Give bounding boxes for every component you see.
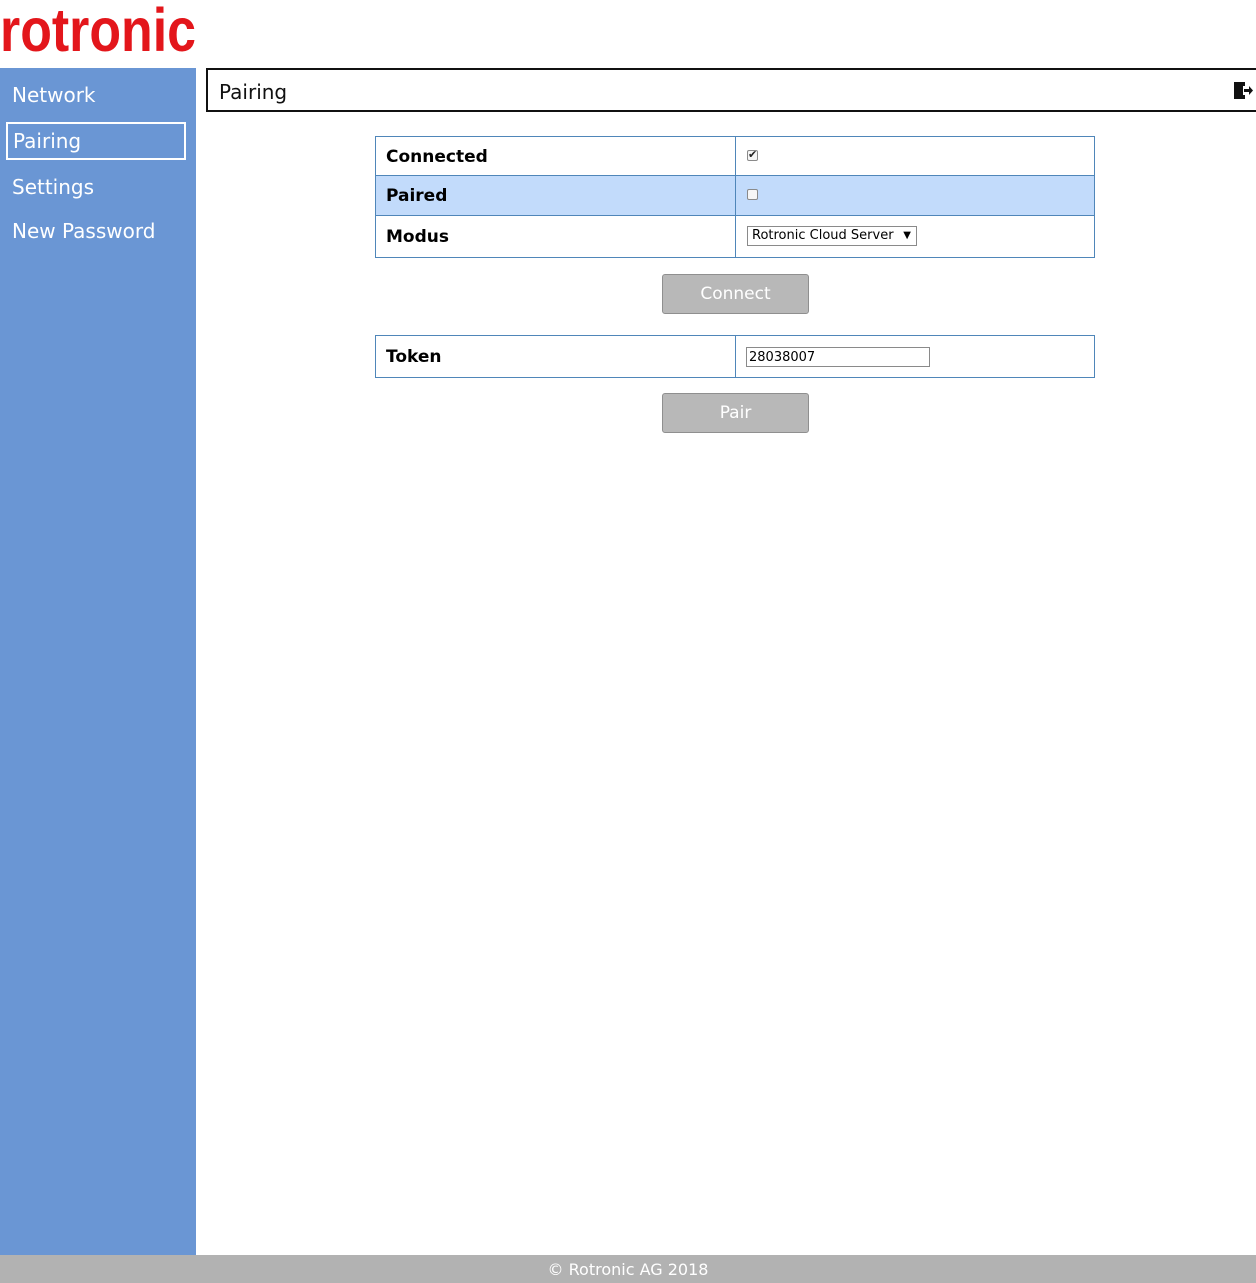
modus-value-cell: Rotronic Cloud Server ▼ (736, 216, 1094, 257)
sidebar-item-label: New Password (12, 219, 156, 243)
sidebar-item-label: Network (12, 83, 96, 107)
token-label: Token (376, 336, 736, 377)
table-row-modus: Modus Rotronic Cloud Server ▼ (375, 216, 1095, 258)
table-row-paired: Paired (375, 176, 1095, 216)
status-table: Connected ✔ Paired Modus Rotronic Cloud … (375, 136, 1095, 258)
page: rotronic Network Pairing Settings New Pa… (0, 0, 1256, 1283)
table-row-token: Token (375, 335, 1095, 378)
copyright-text: © Rotronic AG 2018 (547, 1260, 709, 1279)
logo-graphic: rotronic (0, 0, 196, 60)
paired-label: Paired (376, 176, 736, 215)
modus-label: Modus (376, 216, 736, 257)
sidebar-item-label: Settings (12, 175, 95, 199)
dropdown-arrow-icon: ▼ (903, 230, 911, 241)
footer: © Rotronic AG 2018 (0, 1255, 1256, 1283)
checkmark-icon: ✔ (748, 148, 758, 161)
sidebar-item-new-password[interactable]: New Password (6, 214, 182, 248)
sidebar-item-network[interactable]: Network (6, 78, 182, 112)
connected-value-cell: ✔ (736, 137, 1094, 175)
token-input[interactable] (746, 347, 930, 367)
logout-icon[interactable] (1232, 80, 1254, 102)
page-header: Pairing (206, 68, 1256, 112)
connected-label: Connected (376, 137, 736, 175)
pair-button[interactable]: Pair (662, 393, 809, 433)
paired-value-cell (736, 176, 1094, 215)
paired-checkbox[interactable] (747, 189, 758, 200)
rotronic-logo: rotronic (0, 0, 200, 60)
modus-select[interactable]: Rotronic Cloud Server ▼ (747, 226, 917, 246)
sidebar: Network Pairing Settings New Password (0, 68, 196, 1255)
svg-text:rotronic: rotronic (0, 0, 196, 60)
modus-selected-value: Rotronic Cloud Server (752, 228, 894, 243)
token-value-cell (736, 336, 1094, 377)
page-title: Pairing (219, 80, 288, 104)
token-table: Token (375, 335, 1095, 378)
table-row-connected: Connected ✔ (375, 136, 1095, 176)
connected-checkbox[interactable]: ✔ (747, 148, 758, 161)
sidebar-item-settings[interactable]: Settings (6, 170, 182, 204)
sidebar-item-pairing[interactable]: Pairing (6, 122, 186, 160)
connect-button[interactable]: Connect (662, 274, 809, 314)
sidebar-item-label: Pairing (13, 129, 82, 153)
